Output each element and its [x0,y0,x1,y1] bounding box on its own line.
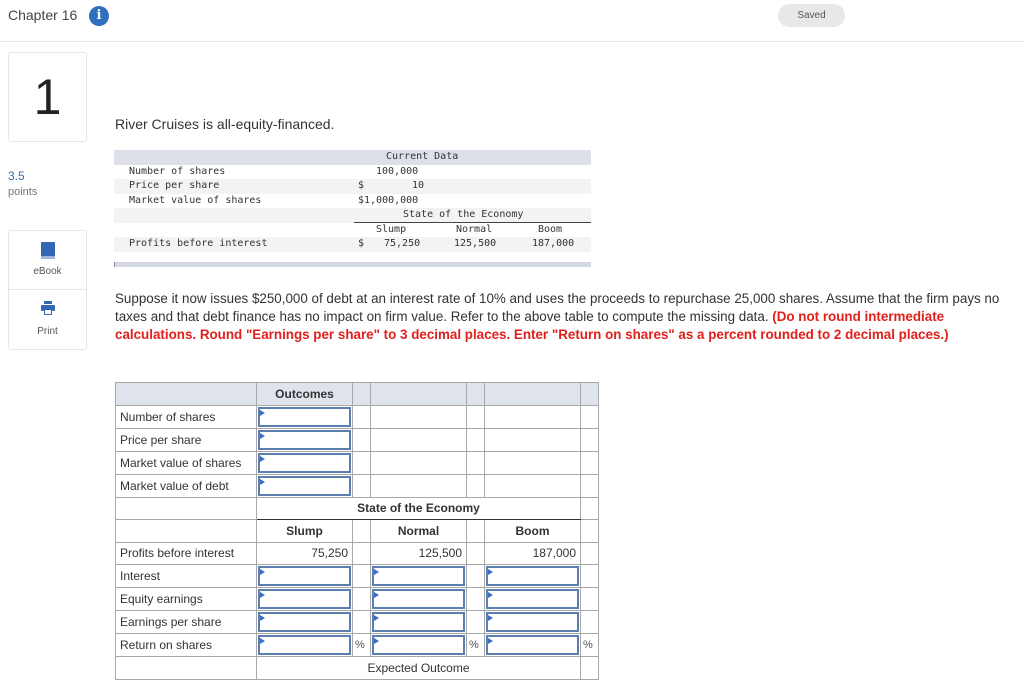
row-label: Price per share [129,180,220,191]
profit-boom: 187,000 [532,238,575,249]
economy-divider [354,222,591,223]
question-number: 1 [8,52,87,142]
percent-suffix: % [466,633,485,657]
profit-normal: 125,500 [370,541,467,565]
row-label: Market value of debt [115,473,257,498]
outcome-row: Market value of shares [115,450,599,475]
percent-suffix: % [352,633,371,657]
row-label: Number of shares [129,165,226,177]
states-row: Slump Normal Boom [115,519,599,543]
book-icon [41,242,55,259]
input-row: Return on shares % % % [115,633,599,657]
data-table-row: Number of shares 100,000 [114,165,591,180]
market-value-shares-input[interactable] [258,452,351,473]
data-table-bottom-bar [114,262,591,267]
print-label: Print [37,326,58,337]
state-slump: Slump [376,223,407,235]
print-button[interactable]: Print [9,291,86,350]
interest-boom-input[interactable] [486,566,579,586]
tools-panel: eBook Print [8,230,87,350]
price-per-share-input[interactable] [258,429,351,450]
ebook-label: eBook [33,266,62,277]
points-value: 3.5 [8,169,25,183]
printer-icon [41,301,55,315]
row-label: Market value of shares [129,194,262,206]
profit-boom: 187,000 [484,541,581,565]
state-normal: Normal [370,519,467,543]
current-data-table: Current Data Number of shares 100,000 Pr… [114,150,591,252]
input-row: Interest [115,564,599,588]
data-table-profits-row: Profits before interest $ 75,250 125,500… [114,237,591,252]
top-bar: Chapter 16 i Saved [0,0,1024,42]
input-row: Earnings per share [115,610,599,634]
equity-earnings-boom-input[interactable] [486,589,579,609]
question-paragraph: Suppose it now issues $250,000 of debt a… [115,290,1020,344]
data-table-economy-row: State of the Economy [114,208,591,223]
profit-normal: 125,500 [454,238,497,249]
return-boom-input[interactable] [486,635,579,655]
saved-status-badge: Saved [778,4,845,27]
profit-slump: 75,250 [256,541,353,565]
input-row: Equity earnings [115,587,599,611]
expected-outcome-label: Expected Outcome [256,656,581,680]
percent-suffix: % [580,633,599,657]
row-label: Number of shares [115,404,257,429]
state-boom: Boom [538,223,563,235]
economy-header-row: State of the Economy [115,496,599,520]
state-slump: Slump [256,519,353,543]
profit-slump: 75,250 [384,238,421,249]
profits-label: Profits before interest [129,238,268,249]
data-table-row: Price per share $ 10 [114,179,591,194]
row-value: 10 [412,180,425,191]
outcomes-header: Outcomes [256,382,353,406]
outcome-row: Price per share [115,427,599,452]
row-label: Price per share [115,427,257,452]
row-label: Profits before interest [115,541,257,565]
data-table-row: Market value of shares $1,000,000 [114,194,591,209]
points-label: points [8,186,38,198]
outcomes-header-row: Outcomes [115,382,599,406]
outcome-row: Market value of debt [115,473,599,498]
row-label: Equity earnings [115,587,257,611]
data-table-header-row: Current Data [114,150,591,165]
economy-header: State of the Economy [403,209,524,220]
footer-row: Expected Outcome [115,656,599,680]
eps-normal-input[interactable] [372,612,465,632]
state-normal: Normal [456,223,493,235]
economy-header: State of the Economy [256,496,581,520]
profits-row: Profits before interest 75,250 125,500 1… [115,541,599,565]
outcome-row: Number of shares [115,404,599,429]
eps-slump-input[interactable] [258,612,351,632]
number-of-shares-input[interactable] [258,406,351,427]
question-intro: River Cruises is all-equity-financed. [115,116,335,132]
current-data-header: Current Data [386,151,459,162]
market-value-debt-input[interactable] [258,475,351,496]
interest-normal-input[interactable] [372,566,465,586]
chapter-title: Chapter 16 [8,7,78,23]
data-table-states-row: Slump Normal Boom [114,223,591,238]
interest-slump-input[interactable] [258,566,351,586]
row-label: Market value of shares [115,450,257,475]
row-label: Earnings per share [115,610,257,634]
state-boom: Boom [484,519,581,543]
eps-boom-input[interactable] [486,612,579,632]
row-label: Return on shares [115,633,257,657]
answer-table: Outcomes Number of shares Price per shar… [115,382,599,680]
row-value: $1,000,000 [358,194,419,206]
row-label: Interest [115,564,257,588]
ebook-button[interactable]: eBook [9,231,86,290]
equity-earnings-normal-input[interactable] [372,589,465,609]
row-value: 100,000 [376,165,419,177]
return-normal-input[interactable] [372,635,465,655]
return-slump-input[interactable] [258,635,351,655]
equity-earnings-slump-input[interactable] [258,589,351,609]
row-currency: $ [358,180,365,191]
info-icon[interactable]: i [89,6,109,26]
profits-currency: $ [358,238,365,249]
